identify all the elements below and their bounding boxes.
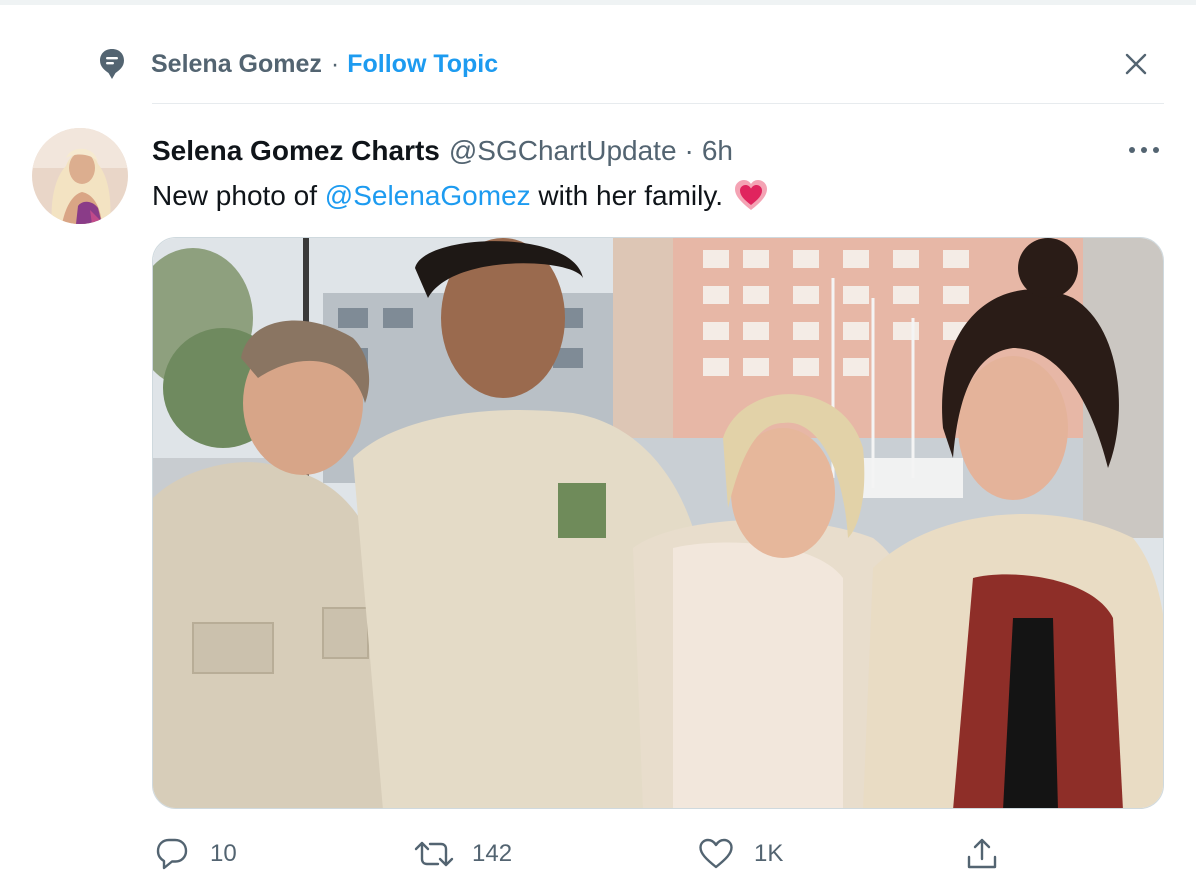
tweet-text-after: with her family. bbox=[530, 180, 724, 211]
top-divider bbox=[0, 0, 1196, 5]
topic-divider bbox=[152, 103, 1164, 104]
author-name[interactable]: Selena Gomez Charts bbox=[152, 135, 440, 167]
follow-topic-button[interactable]: Follow Topic bbox=[347, 50, 498, 79]
tweet-author-row: Selena Gomez Charts @SGChartUpdate · 6h bbox=[152, 131, 733, 171]
more-icon[interactable] bbox=[1124, 136, 1164, 164]
close-icon[interactable] bbox=[1120, 48, 1152, 80]
retweet-count: 142 bbox=[472, 840, 513, 867]
tweet-text-before: New photo of bbox=[152, 180, 325, 211]
tweet-text: New photo of @SelenaGomez with her famil… bbox=[152, 176, 769, 216]
topic-name[interactable]: Selena Gomez bbox=[151, 50, 322, 79]
tweet-timestamp[interactable]: 6h bbox=[702, 135, 733, 167]
reply-icon bbox=[152, 834, 192, 874]
retweet-button[interactable]: 142 bbox=[414, 832, 512, 876]
topic-separator: · bbox=[330, 49, 340, 78]
author-separator: · bbox=[684, 135, 694, 166]
tweet-page: Selena Gomez · Follow Topic Selena Gomez… bbox=[0, 0, 1196, 880]
like-button[interactable]: 1K bbox=[696, 832, 783, 876]
reply-count: 10 bbox=[210, 840, 237, 867]
topic-icon bbox=[96, 44, 128, 84]
author-handle[interactable]: @SGChartUpdate bbox=[449, 135, 677, 167]
retweet-icon bbox=[414, 834, 454, 874]
share-button[interactable] bbox=[962, 832, 1002, 876]
avatar[interactable] bbox=[32, 128, 128, 224]
topic-header: Selena Gomez · Follow Topic bbox=[96, 44, 1168, 84]
heart-emoji-icon bbox=[733, 178, 769, 214]
mention-link[interactable]: @SelenaGomez bbox=[325, 176, 531, 216]
share-icon bbox=[962, 834, 1002, 874]
reply-button[interactable]: 10 bbox=[152, 832, 237, 876]
tweet-actions: 10 142 1K bbox=[152, 832, 1000, 876]
like-count: 1K bbox=[754, 840, 784, 867]
heart-icon bbox=[696, 834, 736, 874]
tweet-photo[interactable] bbox=[152, 237, 1164, 809]
